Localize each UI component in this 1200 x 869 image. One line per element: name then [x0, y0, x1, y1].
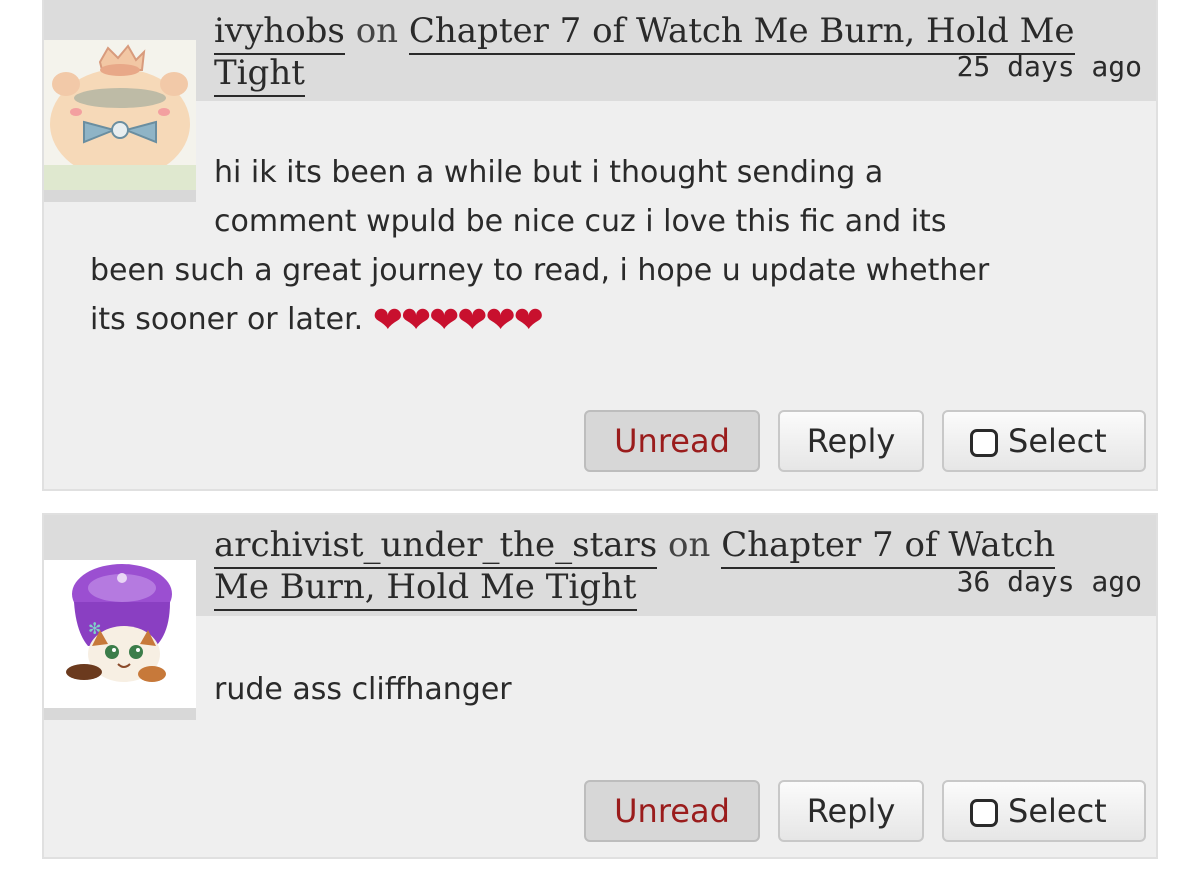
- select-label: Select: [1008, 422, 1107, 460]
- comment-actions: Unread Reply Select: [566, 410, 1146, 472]
- checkbox-icon[interactable]: [970, 429, 998, 457]
- comment-card: ivyhobs on Chapter 7 of Watch Me Burn, H…: [42, 0, 1158, 491]
- comment-timestamp: 25 days ago: [956, 50, 1142, 83]
- reply-button[interactable]: Reply: [778, 410, 924, 472]
- unread-button[interactable]: Unread: [584, 780, 760, 842]
- comment-body: rude ass cliffhanger: [214, 672, 512, 707]
- comment-text-line: comment wpuld be nice cuz i love this fi…: [214, 204, 947, 239]
- author-link[interactable]: ivyhobs: [214, 11, 345, 55]
- cat-avatar-icon: ✻: [44, 560, 196, 710]
- hearts-emoji: ❤❤❤❤❤❤: [372, 300, 544, 341]
- on-text: on: [668, 525, 711, 565]
- select-button[interactable]: Select: [942, 780, 1146, 842]
- avatar-underline: [44, 708, 196, 720]
- comment-timestamp: 36 days ago: [956, 565, 1142, 598]
- comment-body: hi ik its been a while but i thought sen…: [90, 148, 1150, 345]
- comment-text-line: hi ik its been a while but i thought sen…: [214, 155, 884, 190]
- checkbox-icon[interactable]: [970, 799, 998, 827]
- comment-actions: Unread Reply Select: [566, 780, 1146, 842]
- unread-button[interactable]: Unread: [584, 410, 760, 472]
- reply-button[interactable]: Reply: [778, 780, 924, 842]
- comment-heading: archivist_under_the_stars on Chapter 7 o…: [44, 515, 1156, 616]
- comment-text-line: its sooner or later.: [90, 302, 364, 337]
- comment-text-line: been such a great journey to read, i hop…: [90, 253, 990, 288]
- avatar[interactable]: ✻: [44, 560, 196, 720]
- select-button[interactable]: Select: [942, 410, 1146, 472]
- comment-byline: ivyhobs on Chapter 7 of Watch Me Burn, H…: [214, 10, 1084, 97]
- comment-byline: archivist_under_the_stars on Chapter 7 o…: [214, 524, 1084, 611]
- comment-card: archivist_under_the_stars on Chapter 7 o…: [42, 513, 1158, 859]
- author-link[interactable]: archivist_under_the_stars: [214, 525, 658, 569]
- on-text: on: [355, 11, 399, 51]
- select-label: Select: [1008, 792, 1107, 830]
- comment-heading: ivyhobs on Chapter 7 of Watch Me Burn, H…: [44, 0, 1156, 101]
